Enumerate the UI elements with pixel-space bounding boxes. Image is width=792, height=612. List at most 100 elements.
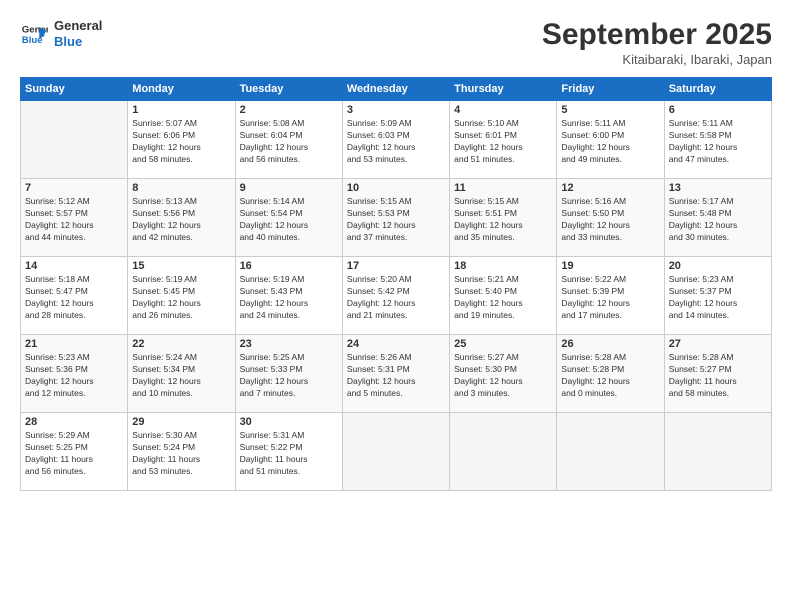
day-info: Sunrise: 5:26 AM Sunset: 5:31 PM Dayligh… bbox=[347, 352, 445, 400]
day-number: 12 bbox=[561, 182, 659, 194]
calendar-cell: 7 Sunrise: 5:12 AM Sunset: 5:57 PM Daylig… bbox=[21, 179, 128, 257]
calendar-cell: 25 Sunrise: 5:27 AM Sunset: 5:30 PM Dayli… bbox=[450, 335, 557, 413]
day-info: Sunrise: 5:10 AM Sunset: 6:01 PM Dayligh… bbox=[454, 118, 552, 166]
day-info: Sunrise: 5:20 AM Sunset: 5:42 PM Dayligh… bbox=[347, 274, 445, 322]
day-info: Sunrise: 5:11 AM Sunset: 5:58 PM Dayligh… bbox=[669, 118, 767, 166]
logo-blue: Blue bbox=[54, 34, 102, 50]
week-row-2: 7 Sunrise: 5:12 AM Sunset: 5:57 PM Daylig… bbox=[21, 179, 772, 257]
day-info: Sunrise: 5:12 AM Sunset: 5:57 PM Dayligh… bbox=[25, 196, 123, 244]
title-block: September 2025 Kitaibaraki, Ibaraki, Jap… bbox=[542, 18, 772, 67]
day-number: 26 bbox=[561, 338, 659, 350]
day-number: 6 bbox=[669, 104, 767, 116]
calendar-cell: 15 Sunrise: 5:19 AM Sunset: 5:45 PM Dayli… bbox=[128, 257, 235, 335]
calendar-cell: 9 Sunrise: 5:14 AM Sunset: 5:54 PM Daylig… bbox=[235, 179, 342, 257]
day-number: 13 bbox=[669, 182, 767, 194]
calendar-cell bbox=[557, 413, 664, 491]
day-info: Sunrise: 5:07 AM Sunset: 6:06 PM Dayligh… bbox=[132, 118, 230, 166]
day-header-saturday: Saturday bbox=[664, 78, 771, 101]
day-info: Sunrise: 5:25 AM Sunset: 5:33 PM Dayligh… bbox=[240, 352, 338, 400]
day-info: Sunrise: 5:19 AM Sunset: 5:43 PM Dayligh… bbox=[240, 274, 338, 322]
day-number: 18 bbox=[454, 260, 552, 272]
calendar-cell: 4 Sunrise: 5:10 AM Sunset: 6:01 PM Daylig… bbox=[450, 101, 557, 179]
day-header-thursday: Thursday bbox=[450, 78, 557, 101]
day-info: Sunrise: 5:22 AM Sunset: 5:39 PM Dayligh… bbox=[561, 274, 659, 322]
calendar-cell: 30 Sunrise: 5:31 AM Sunset: 5:22 PM Dayli… bbox=[235, 413, 342, 491]
day-info: Sunrise: 5:15 AM Sunset: 5:51 PM Dayligh… bbox=[454, 196, 552, 244]
calendar-cell: 18 Sunrise: 5:21 AM Sunset: 5:40 PM Dayli… bbox=[450, 257, 557, 335]
calendar-cell bbox=[21, 101, 128, 179]
day-info: Sunrise: 5:13 AM Sunset: 5:56 PM Dayligh… bbox=[132, 196, 230, 244]
day-number: 16 bbox=[240, 260, 338, 272]
calendar-cell: 28 Sunrise: 5:29 AM Sunset: 5:25 PM Dayli… bbox=[21, 413, 128, 491]
week-row-1: 1 Sunrise: 5:07 AM Sunset: 6:06 PM Daylig… bbox=[21, 101, 772, 179]
day-info: Sunrise: 5:21 AM Sunset: 5:40 PM Dayligh… bbox=[454, 274, 552, 322]
day-number: 20 bbox=[669, 260, 767, 272]
calendar-cell: 3Sunrise: 5:09 AM Sunset: 6:03 PM Daylig… bbox=[342, 101, 449, 179]
day-info: Sunrise: 5:14 AM Sunset: 5:54 PM Dayligh… bbox=[240, 196, 338, 244]
calendar-cell: 1 Sunrise: 5:07 AM Sunset: 6:06 PM Daylig… bbox=[128, 101, 235, 179]
logo: General Blue General Blue bbox=[20, 18, 102, 49]
day-info: Sunrise: 5:08 AM Sunset: 6:04 PM Dayligh… bbox=[240, 118, 338, 166]
day-header-wednesday: Wednesday bbox=[342, 78, 449, 101]
day-info: Sunrise: 5:28 AM Sunset: 5:28 PM Dayligh… bbox=[561, 352, 659, 400]
day-number: 9 bbox=[240, 182, 338, 194]
calendar-cell: 21 Sunrise: 5:23 AM Sunset: 5:36 PM Dayli… bbox=[21, 335, 128, 413]
day-info: Sunrise: 5:23 AM Sunset: 5:36 PM Dayligh… bbox=[25, 352, 123, 400]
day-info: Sunrise: 5:30 AM Sunset: 5:24 PM Dayligh… bbox=[132, 430, 230, 478]
day-header-sunday: Sunday bbox=[21, 78, 128, 101]
calendar-cell: 20 Sunrise: 5:23 AM Sunset: 5:37 PM Dayli… bbox=[664, 257, 771, 335]
day-number: 17 bbox=[347, 260, 445, 272]
calendar-cell: 5Sunrise: 5:11 AM Sunset: 6:00 PM Daylig… bbox=[557, 101, 664, 179]
day-info: Sunrise: 5:27 AM Sunset: 5:30 PM Dayligh… bbox=[454, 352, 552, 400]
calendar-body: 1 Sunrise: 5:07 AM Sunset: 6:06 PM Daylig… bbox=[21, 101, 772, 491]
calendar-header-row: SundayMondayTuesdayWednesdayThursdayFrid… bbox=[21, 78, 772, 101]
calendar-cell: 2 Sunrise: 5:08 AM Sunset: 6:04 PM Daylig… bbox=[235, 101, 342, 179]
day-number: 2 bbox=[240, 104, 338, 116]
calendar-cell: 8 Sunrise: 5:13 AM Sunset: 5:56 PM Daylig… bbox=[128, 179, 235, 257]
calendar-cell: 22 Sunrise: 5:24 AM Sunset: 5:34 PM Dayli… bbox=[128, 335, 235, 413]
day-info: Sunrise: 5:31 AM Sunset: 5:22 PM Dayligh… bbox=[240, 430, 338, 478]
week-row-5: 28 Sunrise: 5:29 AM Sunset: 5:25 PM Dayli… bbox=[21, 413, 772, 491]
day-info: Sunrise: 5:17 AM Sunset: 5:48 PM Dayligh… bbox=[669, 196, 767, 244]
calendar-cell: 11 Sunrise: 5:15 AM Sunset: 5:51 PM Dayli… bbox=[450, 179, 557, 257]
calendar-cell: 24 Sunrise: 5:26 AM Sunset: 5:31 PM Dayli… bbox=[342, 335, 449, 413]
day-number: 14 bbox=[25, 260, 123, 272]
logo-general: General bbox=[54, 18, 102, 34]
calendar-cell: 17 Sunrise: 5:20 AM Sunset: 5:42 PM Dayli… bbox=[342, 257, 449, 335]
day-number: 3 bbox=[347, 104, 445, 116]
day-number: 7 bbox=[25, 182, 123, 194]
day-info: Sunrise: 5:11 AM Sunset: 6:00 PM Dayligh… bbox=[561, 118, 659, 166]
day-number: 15 bbox=[132, 260, 230, 272]
day-info: Sunrise: 5:15 AM Sunset: 5:53 PM Dayligh… bbox=[347, 196, 445, 244]
day-number: 23 bbox=[240, 338, 338, 350]
day-number: 30 bbox=[240, 416, 338, 428]
calendar-cell: 26 Sunrise: 5:28 AM Sunset: 5:28 PM Dayli… bbox=[557, 335, 664, 413]
calendar-cell: 27Sunrise: 5:28 AM Sunset: 5:27 PM Dayli… bbox=[664, 335, 771, 413]
day-info: Sunrise: 5:19 AM Sunset: 5:45 PM Dayligh… bbox=[132, 274, 230, 322]
calendar-cell bbox=[664, 413, 771, 491]
day-info: Sunrise: 5:23 AM Sunset: 5:37 PM Dayligh… bbox=[669, 274, 767, 322]
week-row-4: 21 Sunrise: 5:23 AM Sunset: 5:36 PM Dayli… bbox=[21, 335, 772, 413]
day-number: 21 bbox=[25, 338, 123, 350]
calendar-cell: 14Sunrise: 5:18 AM Sunset: 5:47 PM Dayli… bbox=[21, 257, 128, 335]
calendar-cell bbox=[450, 413, 557, 491]
month-title: September 2025 bbox=[542, 18, 772, 52]
day-number: 28 bbox=[25, 416, 123, 428]
calendar-table: SundayMondayTuesdayWednesdayThursdayFrid… bbox=[20, 77, 772, 491]
day-number: 11 bbox=[454, 182, 552, 194]
day-number: 29 bbox=[132, 416, 230, 428]
day-number: 4 bbox=[454, 104, 552, 116]
day-number: 8 bbox=[132, 182, 230, 194]
calendar-cell: 16 Sunrise: 5:19 AM Sunset: 5:43 PM Dayli… bbox=[235, 257, 342, 335]
day-number: 22 bbox=[132, 338, 230, 350]
day-info: Sunrise: 5:24 AM Sunset: 5:34 PM Dayligh… bbox=[132, 352, 230, 400]
day-number: 25 bbox=[454, 338, 552, 350]
day-number: 24 bbox=[347, 338, 445, 350]
calendar-cell bbox=[342, 413, 449, 491]
day-header-tuesday: Tuesday bbox=[235, 78, 342, 101]
calendar-cell: 10Sunrise: 5:15 AM Sunset: 5:53 PM Dayli… bbox=[342, 179, 449, 257]
day-info: Sunrise: 5:29 AM Sunset: 5:25 PM Dayligh… bbox=[25, 430, 123, 478]
day-number: 1 bbox=[132, 104, 230, 116]
day-number: 27 bbox=[669, 338, 767, 350]
calendar-cell: 29 Sunrise: 5:30 AM Sunset: 5:24 PM Dayli… bbox=[128, 413, 235, 491]
